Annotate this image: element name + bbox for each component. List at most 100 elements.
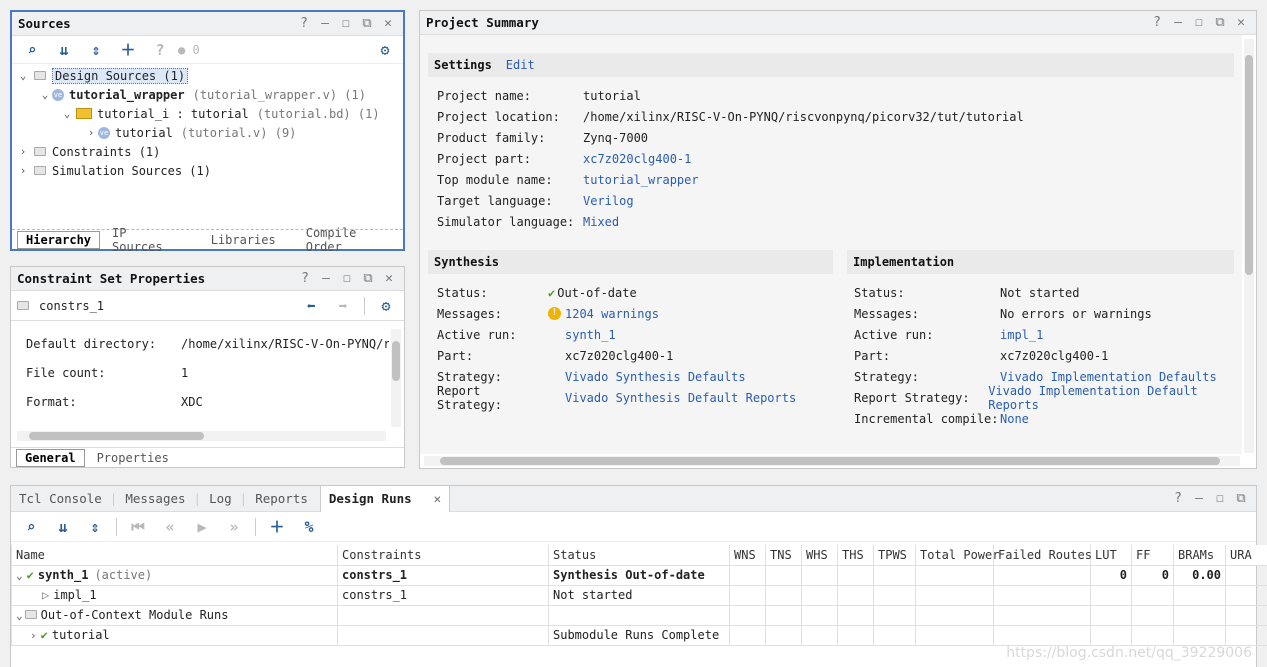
row-value[interactable]: impl_1 bbox=[1000, 328, 1043, 342]
row-value[interactable]: 1204 warnings bbox=[565, 307, 659, 321]
chevron-right-icon[interactable]: › bbox=[16, 145, 30, 158]
chevron-down-icon[interactable]: ⌄ bbox=[60, 107, 74, 120]
column-header[interactable]: WHS bbox=[801, 545, 838, 566]
maximize-icon[interactable]: ☐ bbox=[340, 271, 354, 286]
close-icon[interactable]: ✕ bbox=[1234, 15, 1248, 30]
row-value[interactable]: Mixed bbox=[583, 215, 619, 229]
table-row[interactable]: ⌄ Out-of-Context Module Runs bbox=[11, 604, 1267, 626]
tree-item-design-sources[interactable]: ⌄ Design Sources (1) bbox=[12, 66, 403, 85]
chevron-right-icon[interactable]: › bbox=[16, 164, 30, 177]
minimize-icon[interactable]: — bbox=[318, 16, 332, 31]
add-run-icon[interactable]: ＋ bbox=[263, 516, 291, 538]
help-icon[interactable]: ? bbox=[1150, 15, 1164, 30]
column-header[interactable]: Failed Routes bbox=[993, 545, 1092, 566]
csp-horizontal-scrollbar[interactable] bbox=[17, 431, 386, 441]
percent-icon[interactable]: % bbox=[295, 516, 323, 538]
csp-vertical-scrollbar[interactable] bbox=[391, 329, 401, 427]
help-icon[interactable]: ? bbox=[1171, 491, 1185, 506]
row-value[interactable]: Vivado Synthesis Default Reports bbox=[565, 391, 796, 405]
row-value[interactable]: tutorial_wrapper bbox=[583, 173, 699, 187]
play-icon[interactable]: ▶ bbox=[188, 516, 216, 538]
maximize-icon[interactable]: ☐ bbox=[1213, 491, 1227, 506]
tab-messages[interactable]: Messages bbox=[117, 490, 193, 507]
search-icon[interactable]: ⌕ bbox=[18, 39, 46, 61]
minimize-icon[interactable]: — bbox=[1171, 15, 1185, 30]
row-value[interactable]: xc7z020clg400-1 bbox=[583, 152, 691, 166]
expand-all-icon[interactable]: ⇕ bbox=[81, 516, 109, 538]
float-icon[interactable]: ⧉ bbox=[360, 16, 374, 31]
column-header[interactable]: THS bbox=[837, 545, 874, 566]
float-icon[interactable]: ⧉ bbox=[361, 271, 375, 286]
row-value[interactable]: Verilog bbox=[583, 194, 634, 208]
column-header[interactable]: FF bbox=[1131, 545, 1174, 566]
tree-item-tutorial[interactable]: › ve tutorial (tutorial.v) (9) bbox=[12, 123, 403, 142]
summary-vertical-scrollbar[interactable] bbox=[1244, 39, 1254, 453]
chevron-down-icon[interactable]: ⌄ bbox=[16, 609, 23, 622]
run-name-cell[interactable]: › ✔ tutorial bbox=[11, 624, 338, 646]
table-row[interactable]: ⌄ ✔ synth_1 (active) constrs_1 Synthesis Out-… bbox=[11, 564, 1267, 586]
row-value[interactable]: synth_1 bbox=[565, 328, 616, 342]
row-value[interactable]: None bbox=[1000, 412, 1029, 426]
run-name-cell[interactable]: ⌄ ✔ synth_1 (active) bbox=[11, 564, 338, 586]
tree-item-wrapper[interactable]: ⌄ ve tutorial_wrapper (tutorial_wrapper.… bbox=[12, 85, 403, 104]
maximize-icon[interactable]: ☐ bbox=[339, 16, 353, 31]
chevron-right-icon[interactable]: › bbox=[30, 629, 37, 642]
row-value[interactable]: Vivado Implementation Defaults bbox=[1000, 370, 1217, 384]
edit-settings-link[interactable]: Edit bbox=[506, 58, 535, 72]
first-icon[interactable]: ⏮ bbox=[124, 516, 152, 538]
collapse-all-icon[interactable]: ⇊ bbox=[50, 39, 78, 61]
chevron-down-icon[interactable]: ⌄ bbox=[16, 569, 23, 582]
row-value[interactable]: Vivado Synthesis Defaults bbox=[565, 370, 746, 384]
close-icon[interactable]: ✕ bbox=[381, 16, 395, 31]
column-header[interactable]: Total Power bbox=[915, 545, 999, 566]
column-header[interactable]: LUT bbox=[1090, 545, 1132, 566]
add-sources-icon[interactable]: ＋ bbox=[114, 39, 142, 61]
chevron-down-icon[interactable]: ⌄ bbox=[38, 88, 52, 101]
next-icon[interactable]: » bbox=[220, 516, 248, 538]
expand-all-icon[interactable]: ⇕ bbox=[82, 39, 110, 61]
tab-reports[interactable]: Reports bbox=[247, 490, 316, 507]
run-name-cell[interactable]: ⌄ Out-of-Context Module Runs bbox=[11, 604, 338, 626]
chevron-down-icon[interactable]: ⌄ bbox=[16, 69, 30, 82]
table-row[interactable]: ▷ impl_1 constrs_1 Not started bbox=[11, 584, 1267, 606]
column-header[interactable]: TNS bbox=[765, 545, 802, 566]
close-tab-icon[interactable]: ✕ bbox=[434, 491, 442, 506]
help-icon[interactable]: ? bbox=[298, 271, 312, 286]
summary-horizontal-scrollbar[interactable] bbox=[424, 456, 1240, 466]
column-header[interactable]: WNS bbox=[729, 545, 766, 566]
row-value[interactable]: Vivado Implementation Default Reports bbox=[988, 384, 1234, 412]
minimize-icon[interactable]: — bbox=[319, 271, 333, 286]
tab-properties[interactable]: Properties bbox=[89, 450, 177, 466]
forward-arrow-icon[interactable]: ➡ bbox=[329, 295, 357, 317]
chevron-right-icon[interactable]: › bbox=[84, 126, 98, 139]
help-icon[interactable]: ? bbox=[297, 16, 311, 31]
tree-item-instance[interactable]: ⌄ tutorial_i : tutorial (tutorial.bd) (1… bbox=[12, 104, 403, 123]
scroll-thumb[interactable] bbox=[1245, 55, 1253, 275]
gear-icon[interactable]: ⚙ bbox=[372, 295, 400, 317]
tab-ip-sources[interactable]: IP Sources bbox=[104, 225, 189, 255]
close-icon[interactable]: ✕ bbox=[382, 271, 396, 286]
column-header[interactable]: BRAMs bbox=[1173, 545, 1226, 566]
tree-item-sim-sources[interactable]: › Simulation Sources (1) bbox=[12, 161, 403, 180]
column-header[interactable]: Name bbox=[11, 545, 338, 566]
tab-libraries[interactable]: Libraries bbox=[203, 232, 284, 248]
tab-log[interactable]: Log bbox=[201, 490, 240, 507]
column-header[interactable]: TPWS bbox=[873, 545, 916, 566]
tab-design-runs[interactable]: Design Runs ✕ bbox=[319, 485, 451, 512]
previous-icon[interactable]: « bbox=[156, 516, 184, 538]
back-arrow-icon[interactable]: ⬅ bbox=[297, 295, 325, 317]
tab-tcl-console[interactable]: Tcl Console bbox=[11, 490, 110, 507]
column-header[interactable]: URA bbox=[1225, 545, 1267, 566]
collapse-all-icon[interactable]: ⇊ bbox=[49, 516, 77, 538]
float-icon[interactable]: ⧉ bbox=[1213, 15, 1227, 30]
search-icon[interactable]: ⌕ bbox=[17, 516, 45, 538]
tab-general[interactable]: General bbox=[16, 448, 85, 467]
tab-compile-order[interactable]: Compile Order bbox=[298, 225, 403, 255]
float-icon[interactable]: ⧉ bbox=[1234, 491, 1248, 506]
scroll-thumb[interactable] bbox=[392, 341, 400, 381]
column-header[interactable]: Constraints bbox=[337, 545, 549, 566]
tab-hierarchy[interactable]: Hierarchy bbox=[17, 230, 101, 249]
tree-item-constraints[interactable]: › Constraints (1) bbox=[12, 142, 403, 161]
minimize-icon[interactable]: — bbox=[1192, 491, 1206, 506]
run-name-cell[interactable]: ▷ impl_1 bbox=[11, 584, 338, 606]
